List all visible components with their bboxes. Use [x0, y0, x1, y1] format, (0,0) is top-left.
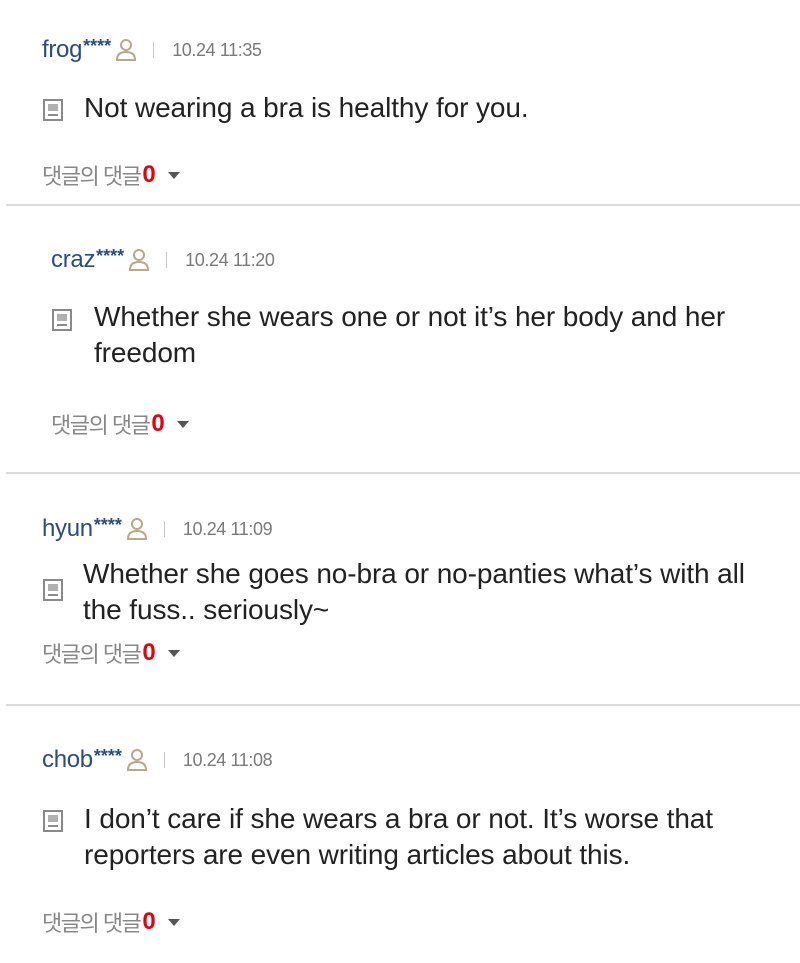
reply-count: 0: [142, 639, 156, 666]
username-mask[interactable]: ****: [83, 36, 111, 57]
meta-separator: [163, 752, 165, 768]
comment-timestamp: 10.24 11:35: [172, 39, 262, 60]
username-mask[interactable]: ****: [94, 746, 122, 767]
meta-separator: [163, 521, 165, 537]
reply-toggle[interactable]: 댓글의 댓글 0: [42, 906, 180, 938]
caret-down-icon: [167, 171, 180, 179]
comment-username[interactable]: hyun: [42, 515, 93, 543]
comment-text: I don’t care if she wears a bra or not. …: [84, 803, 713, 870]
comment-username[interactable]: chob: [42, 746, 93, 774]
user-icon: [126, 517, 148, 541]
comment-meta: craz **** 10.24 11:20: [51, 246, 275, 274]
comment-timestamp: 10.24 11:08: [182, 749, 273, 770]
reply-count: 0: [142, 908, 156, 935]
comment-username[interactable]: craz: [51, 246, 95, 274]
meta-separator: [166, 252, 168, 268]
comment-divider: [6, 472, 800, 474]
comment-meta: frog **** 10.24 11:35: [42, 36, 262, 64]
user-icon: [115, 38, 137, 62]
reply-toggle[interactable]: 댓글의 댓글 0: [42, 637, 180, 669]
caret-down-icon: [167, 918, 180, 926]
comment-text: Whether she goes no-bra or no-panties wh…: [83, 558, 745, 625]
comment-meta: chob **** 10.24 11:08: [42, 746, 273, 774]
caret-down-icon: [176, 420, 189, 428]
comment-icon: [42, 578, 64, 602]
comment-icon: [42, 98, 64, 122]
meta-separator: [153, 42, 155, 58]
comment-meta: hyun **** 10.24 11:09: [42, 515, 273, 543]
comment-divider: [6, 704, 800, 706]
reply-count: 0: [151, 410, 165, 437]
comment-timestamp: 10.24 11:20: [185, 249, 275, 270]
comment-username[interactable]: frog: [42, 36, 82, 64]
caret-down-icon: [167, 649, 180, 657]
reply-label: 댓글의 댓글: [42, 911, 142, 936]
comment-divider: [6, 204, 800, 206]
reply-label: 댓글의 댓글: [51, 413, 151, 438]
username-mask[interactable]: ****: [94, 515, 122, 536]
comment-icon: [42, 809, 64, 833]
user-icon: [128, 248, 150, 272]
reply-toggle[interactable]: 댓글의 댓글 0: [42, 159, 180, 191]
comment-text: Whether she wears one or not it’s her bo…: [94, 301, 726, 368]
comment-text: Not wearing a bra is healthy for you.: [84, 92, 529, 123]
username-mask[interactable]: ****: [96, 246, 124, 267]
comment-timestamp: 10.24 11:09: [182, 518, 273, 539]
user-icon: [126, 748, 148, 772]
reply-toggle[interactable]: 댓글의 댓글 0: [51, 408, 189, 440]
reply-label: 댓글의 댓글: [42, 642, 142, 667]
comment-icon: [51, 308, 73, 332]
reply-count: 0: [142, 161, 156, 188]
reply-label: 댓글의 댓글: [42, 164, 142, 189]
